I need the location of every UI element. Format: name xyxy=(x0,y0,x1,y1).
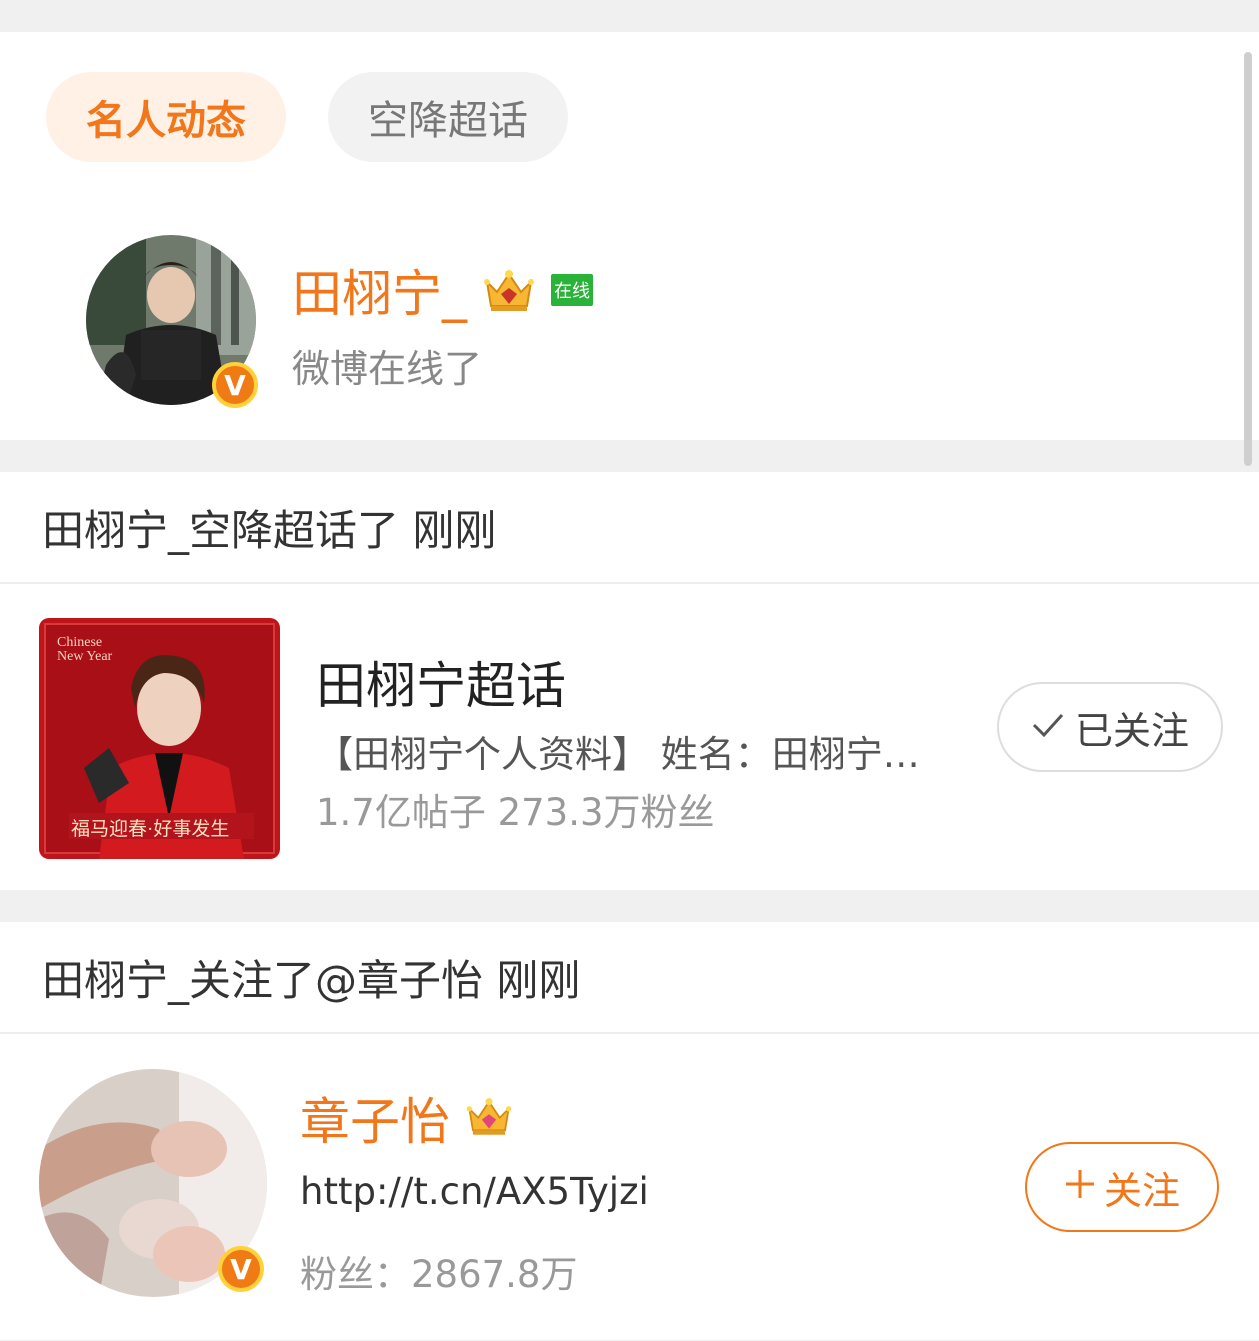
crown-icon xyxy=(481,266,537,314)
celebrity-status-text: 微博在线了 xyxy=(292,347,483,391)
celebrity-name[interactable]: 田栩宁_ xyxy=(292,254,467,326)
followed-user-item[interactable]: V 章子怡 http://t.cn/AX5Tyjzi 粉丝：2867.8万 关注 xyxy=(0,1034,1259,1340)
follow-button[interactable]: 关注 xyxy=(1025,1142,1219,1232)
followed-button-label: 已关注 xyxy=(1074,708,1189,753)
verified-badge-icon: V xyxy=(212,362,258,408)
followed-button[interactable]: 已关注 xyxy=(997,682,1223,772)
thumbnail-text-bottom: 福马迎春·好事发生 xyxy=(71,819,230,840)
online-status-badge: 在线 xyxy=(551,274,593,306)
thumbnail-text-top: Chinese New Year xyxy=(57,635,113,664)
activity-header-superchat: 田栩宁_空降超话了 刚刚 xyxy=(0,472,1259,584)
superchat-name[interactable]: 田栩宁超话 xyxy=(316,646,566,718)
user-name[interactable]: 章子怡 xyxy=(300,1082,450,1154)
superchat-description: 【田栩宁个人资料】 姓名：田栩宁… xyxy=(316,733,920,776)
plus-icon xyxy=(1064,1165,1096,1209)
superchat-stats: 1.7亿帖子 273.3万粉丝 xyxy=(316,791,715,834)
page: 名人动态 空降超话 V 田栩宁_ 在线 微博在线了 田栩宁_空降超话了 刚刚 C… xyxy=(0,0,1259,1341)
verified-badge-icon: V xyxy=(218,1246,264,1292)
user-link[interactable]: http://t.cn/AX5Tyjzi xyxy=(300,1170,649,1213)
scrollbar[interactable] xyxy=(1244,52,1252,466)
section-gap xyxy=(0,890,1259,922)
check-icon xyxy=(1031,705,1065,749)
superchat-item[interactable]: Chinese New Year 福马迎春·好事发生 田栩宁超话 【田栩宁个人资… xyxy=(0,584,1259,890)
user-name-row: 章子怡 xyxy=(300,1082,520,1154)
activity-header-follow: 田栩宁_关注了@章子怡 刚刚 xyxy=(0,922,1259,1034)
superchat-thumbnail[interactable]: Chinese New Year 福马迎春·好事发生 xyxy=(39,618,280,859)
top-gap xyxy=(0,0,1259,32)
celebrity-name-row: 田栩宁_ 在线 xyxy=(292,254,593,326)
tab-celebrity-news[interactable]: 名人动态 xyxy=(46,72,286,162)
celebrity-card: 名人动态 空降超话 V 田栩宁_ 在线 微博在线了 xyxy=(0,32,1259,466)
tab-bar: 名人动态 空降超话 xyxy=(46,72,568,162)
tab-superchat-drop[interactable]: 空降超话 xyxy=(328,72,568,162)
section-gap xyxy=(0,440,1259,472)
follow-button-label: 关注 xyxy=(1103,1168,1180,1213)
user-fans: 粉丝：2867.8万 xyxy=(300,1253,578,1296)
crown-icon xyxy=(464,1094,520,1142)
